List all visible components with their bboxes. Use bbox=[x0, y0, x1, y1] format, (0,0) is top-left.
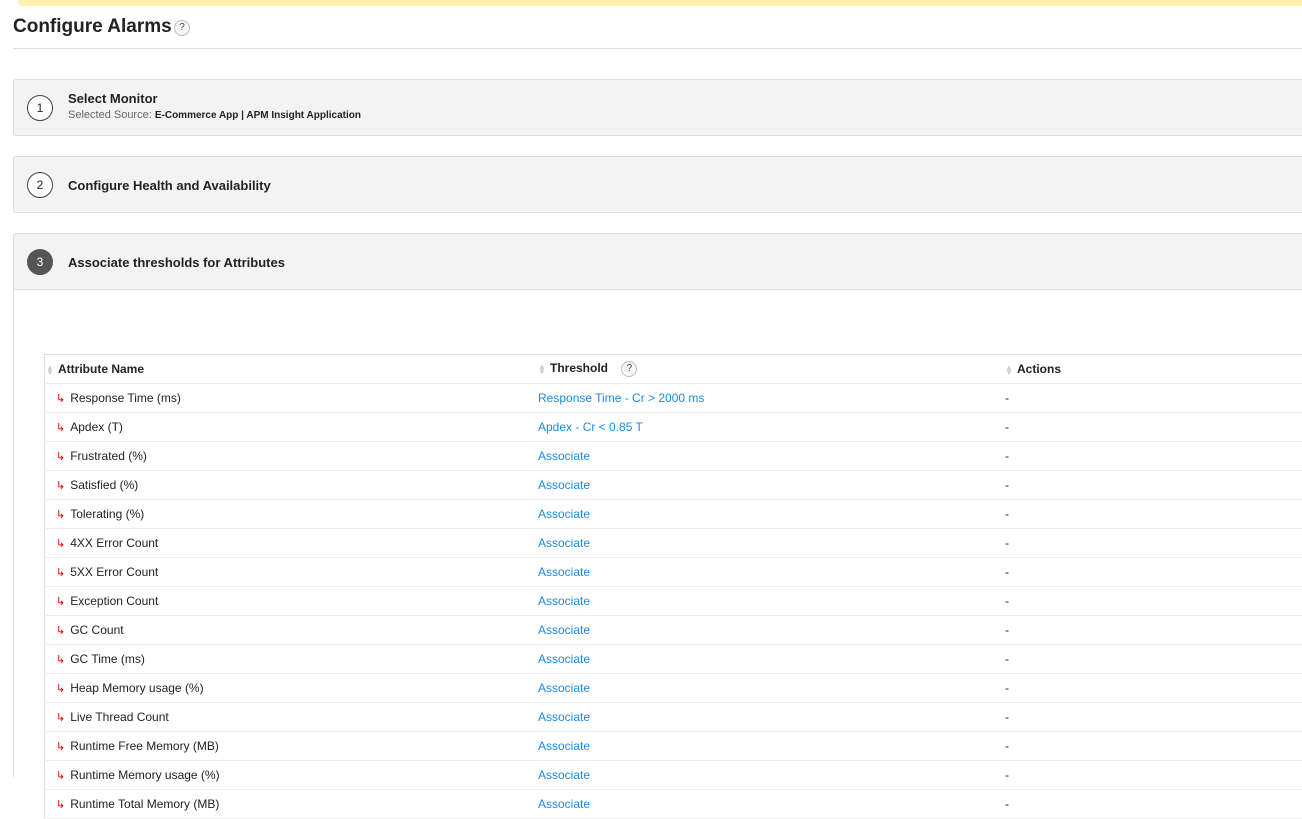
actions: - bbox=[1004, 761, 1302, 790]
threshold-link[interactable]: Associate bbox=[538, 478, 590, 492]
threshold-link[interactable]: Associate bbox=[538, 710, 590, 724]
actions: - bbox=[1004, 616, 1302, 645]
attribute-name: ↳Heap Memory usage (%) bbox=[45, 674, 538, 703]
sort-icon: ▲▼ bbox=[46, 365, 58, 375]
attribute-name: ↳5XX Error Count bbox=[45, 558, 538, 587]
sort-icon: ▲▼ bbox=[538, 364, 550, 374]
attribute-name: ↳Exception Count bbox=[45, 587, 538, 616]
actions: - bbox=[1004, 703, 1302, 732]
step-associate-thresholds[interactable]: 3 Associate thresholds for Attributes bbox=[13, 233, 1302, 290]
attributes-table: ▲▼Attribute Name ▲▼Threshold ? ▲▼Actions… bbox=[44, 354, 1302, 819]
table-row: ↳Exception Count Associate - bbox=[45, 587, 1302, 616]
child-arrow-icon: ↳ bbox=[56, 654, 65, 666]
attribute-name: ↳GC Time (ms) bbox=[45, 645, 538, 674]
selected-source: Selected Source: E-Commerce App | APM In… bbox=[68, 109, 361, 121]
attribute-name: ↳Tolerating (%) bbox=[45, 500, 538, 529]
attribute-name: ↳Live Thread Count bbox=[45, 703, 538, 732]
divider bbox=[13, 48, 1302, 49]
table-row: ↳5XX Error Count Associate - bbox=[45, 558, 1302, 587]
threshold-link[interactable]: Associate bbox=[538, 449, 590, 463]
threshold-link[interactable]: Associate bbox=[538, 768, 590, 782]
actions: - bbox=[1004, 413, 1302, 442]
child-arrow-icon: ↳ bbox=[56, 741, 65, 753]
col-actions[interactable]: ▲▼Actions bbox=[1004, 355, 1302, 384]
child-arrow-icon: ↳ bbox=[56, 712, 65, 724]
col-threshold[interactable]: ▲▼Threshold ? bbox=[537, 355, 1004, 384]
attribute-name: ↳Runtime Memory usage (%) bbox=[45, 761, 538, 790]
actions: - bbox=[1004, 790, 1302, 819]
table-row: ↳Frustrated (%) Associate - bbox=[45, 442, 1302, 471]
attribute-name: ↳Runtime Free Memory (MB) bbox=[45, 732, 538, 761]
table-row: ↳Heap Memory usage (%) Associate - bbox=[45, 674, 1302, 703]
child-arrow-icon: ↳ bbox=[56, 799, 65, 811]
child-arrow-icon: ↳ bbox=[56, 422, 65, 434]
child-arrow-icon: ↳ bbox=[56, 480, 65, 492]
threshold-link[interactable]: Associate bbox=[538, 739, 590, 753]
threshold-link[interactable]: Associate bbox=[538, 507, 590, 521]
table-row: ↳Apdex (T) Apdex - Cr < 0.85 T - bbox=[45, 413, 1302, 442]
threshold-link[interactable]: Associate bbox=[538, 594, 590, 608]
table-row: ↳Live Thread Count Associate - bbox=[45, 703, 1302, 732]
attribute-name: ↳Apdex (T) bbox=[45, 413, 538, 442]
table-row: ↳GC Count Associate - bbox=[45, 616, 1302, 645]
attribute-name: ↳4XX Error Count bbox=[45, 529, 538, 558]
child-arrow-icon: ↳ bbox=[56, 683, 65, 695]
step-title: Associate thresholds for Attributes bbox=[68, 255, 285, 270]
table-row: ↳Satisfied (%) Associate - bbox=[45, 471, 1302, 500]
table-row: ↳Tolerating (%) Associate - bbox=[45, 500, 1302, 529]
step-number: 2 bbox=[27, 172, 53, 198]
actions: - bbox=[1004, 442, 1302, 471]
threshold-link[interactable]: Response Time - Cr > 2000 ms bbox=[538, 391, 704, 405]
actions: - bbox=[1004, 500, 1302, 529]
table-row: ↳Runtime Free Memory (MB) Associate - bbox=[45, 732, 1302, 761]
threshold-link[interactable]: Associate bbox=[538, 623, 590, 637]
step-number: 3 bbox=[27, 249, 53, 275]
attribute-name: ↳Frustrated (%) bbox=[45, 442, 538, 471]
attribute-name: ↳GC Count bbox=[45, 616, 538, 645]
step-configure-health[interactable]: 2 Configure Health and Availability bbox=[13, 156, 1302, 213]
actions: - bbox=[1004, 645, 1302, 674]
child-arrow-icon: ↳ bbox=[56, 509, 65, 521]
table-row: ↳Runtime Total Memory (MB) Associate - bbox=[45, 790, 1302, 819]
actions: - bbox=[1004, 384, 1302, 413]
actions: - bbox=[1004, 529, 1302, 558]
col-attribute-name[interactable]: ▲▼Attribute Name bbox=[45, 355, 538, 384]
table-row: ↳Response Time (ms) Response Time - Cr >… bbox=[45, 384, 1302, 413]
step-select-monitor[interactable]: 1 Select Monitor Selected Source: E-Comm… bbox=[13, 79, 1302, 136]
child-arrow-icon: ↳ bbox=[56, 770, 65, 782]
child-arrow-icon: ↳ bbox=[56, 567, 65, 579]
step-title: Select Monitor bbox=[68, 91, 158, 106]
child-arrow-icon: ↳ bbox=[56, 451, 65, 463]
child-arrow-icon: ↳ bbox=[56, 625, 65, 637]
actions: - bbox=[1004, 587, 1302, 616]
step-number: 1 bbox=[27, 95, 53, 121]
help-icon[interactable]: ? bbox=[621, 361, 637, 377]
table-row: ↳GC Time (ms) Associate - bbox=[45, 645, 1302, 674]
threshold-link[interactable]: Associate bbox=[538, 536, 590, 550]
notification-banner bbox=[18, 0, 1302, 6]
attribute-name: ↳Runtime Total Memory (MB) bbox=[45, 790, 538, 819]
table-row: ↳Runtime Memory usage (%) Associate - bbox=[45, 761, 1302, 790]
actions: - bbox=[1004, 732, 1302, 761]
threshold-link[interactable]: Associate bbox=[538, 681, 590, 695]
threshold-link[interactable]: Associate bbox=[538, 652, 590, 666]
threshold-link[interactable]: Associate bbox=[538, 797, 590, 811]
attribute-name: ↳Satisfied (%) bbox=[45, 471, 538, 500]
threshold-link[interactable]: Associate bbox=[538, 565, 590, 579]
page-title: Configure Alarms bbox=[13, 16, 172, 38]
table-row: ↳4XX Error Count Associate - bbox=[45, 529, 1302, 558]
actions: - bbox=[1004, 558, 1302, 587]
child-arrow-icon: ↳ bbox=[56, 596, 65, 608]
step-title: Configure Health and Availability bbox=[68, 178, 271, 193]
child-arrow-icon: ↳ bbox=[56, 393, 65, 405]
actions: - bbox=[1004, 471, 1302, 500]
actions: - bbox=[1004, 674, 1302, 703]
threshold-link[interactable]: Apdex - Cr < 0.85 T bbox=[538, 420, 643, 434]
help-icon[interactable]: ? bbox=[174, 20, 190, 36]
child-arrow-icon: ↳ bbox=[56, 538, 65, 550]
sort-icon: ▲▼ bbox=[1005, 365, 1017, 375]
attribute-name: ↳Response Time (ms) bbox=[45, 384, 538, 413]
